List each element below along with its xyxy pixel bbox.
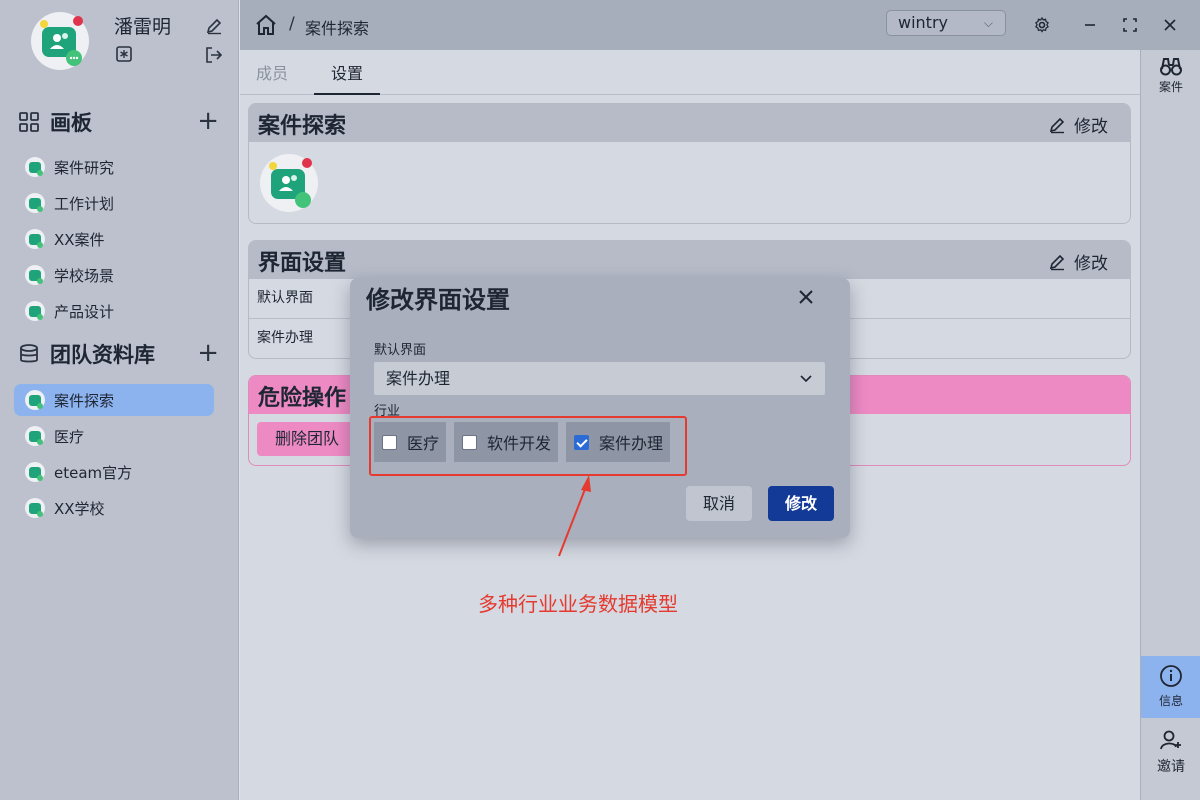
sidebar-item-label: eteam官方 bbox=[54, 463, 133, 482]
breadcrumb[interactable]: 案件探索 bbox=[305, 15, 369, 39]
tab-bar: 成员 设置 bbox=[240, 50, 1140, 95]
team-card: 案件探索 修改 bbox=[248, 103, 1131, 224]
sidebar-item-board[interactable]: 产品设计 bbox=[14, 295, 214, 327]
team-avatar-icon bbox=[25, 301, 45, 321]
boards-title: 画板 bbox=[50, 111, 92, 135]
gear-icon[interactable] bbox=[1030, 13, 1054, 37]
close-icon[interactable] bbox=[1158, 13, 1182, 37]
rail-case-label: 案件 bbox=[1158, 80, 1183, 94]
sidebar-item-team[interactable]: eteam官方 bbox=[14, 456, 214, 488]
edit-icon bbox=[1049, 117, 1065, 133]
breadcrumb-separator: / bbox=[289, 14, 295, 34]
rail-info-label: 信息 bbox=[1158, 694, 1183, 708]
sidebar-item-label: 工作计划 bbox=[54, 194, 115, 213]
edit-label: 修改 bbox=[1074, 254, 1108, 274]
danger-title: 危险操作 bbox=[258, 386, 347, 411]
sidebar-item-label: 产品设计 bbox=[54, 302, 115, 321]
logout-icon[interactable] bbox=[203, 44, 225, 66]
sidebar-item-label: 学校场景 bbox=[54, 266, 115, 285]
team-avatar-icon bbox=[25, 157, 45, 177]
tab-settings[interactable]: 设置 bbox=[331, 60, 363, 84]
team-avatar-icon bbox=[25, 390, 45, 410]
team-avatar-icon bbox=[25, 462, 45, 482]
sidebar: 潘雷明 画板 + 案件研究 工作计划 XX案件 学校场景 产品设计 团队资料库 … bbox=[0, 0, 239, 800]
add-team-button[interactable]: + bbox=[197, 339, 219, 367]
team-avatar-icon bbox=[25, 426, 45, 446]
rail-invite-label: 邀请 bbox=[1157, 759, 1185, 775]
team-avatar-icon bbox=[25, 193, 45, 213]
team-avatar-icon[interactable] bbox=[30, 11, 90, 71]
sidebar-item-board[interactable]: 案件研究 bbox=[14, 151, 214, 183]
sidebar-item-board[interactable]: XX案件 bbox=[14, 223, 214, 255]
delete-team-button[interactable]: 删除团队 bbox=[257, 422, 357, 456]
default-view-select[interactable]: 案件办理 bbox=[374, 362, 825, 395]
ui-settings-header: 界面设置 修改 bbox=[249, 241, 1130, 279]
status-icon[interactable] bbox=[114, 44, 134, 64]
home-icon[interactable] bbox=[254, 13, 278, 37]
tab-members[interactable]: 成员 bbox=[256, 60, 288, 84]
edit-label: 修改 bbox=[1074, 117, 1108, 137]
sidebar-item-label: XX学校 bbox=[54, 499, 105, 518]
right-rail: 案件 信息 邀请 bbox=[1140, 50, 1200, 800]
close-icon[interactable] bbox=[795, 286, 817, 308]
workspace-value: wintry bbox=[898, 13, 948, 32]
maximize-icon[interactable] bbox=[1118, 13, 1142, 37]
grid-icon bbox=[19, 112, 39, 132]
edit-ui-settings-button[interactable]: 修改 bbox=[1048, 249, 1108, 274]
sidebar-item-label: 医疗 bbox=[54, 427, 85, 446]
minimize-icon[interactable] bbox=[1078, 13, 1102, 37]
sidebar-item-team[interactable]: 医疗 bbox=[14, 420, 214, 452]
submit-button[interactable]: 修改 bbox=[768, 486, 834, 521]
boards-section-header: 画板 + bbox=[18, 107, 223, 137]
team-card-title: 案件探索 bbox=[258, 114, 347, 139]
sidebar-item-label: 案件探索 bbox=[54, 391, 115, 410]
add-board-button[interactable]: + bbox=[197, 107, 219, 135]
default-view-label: 默认界面 bbox=[374, 343, 427, 358]
library-title: 团队资料库 bbox=[50, 343, 155, 367]
workspace-select[interactable]: wintry ⌵ bbox=[886, 10, 1006, 36]
annotation-text: 多种行业业务数据模型 bbox=[478, 592, 678, 616]
sidebar-item-board[interactable]: 工作计划 bbox=[14, 187, 214, 219]
team-avatar-icon bbox=[25, 265, 45, 285]
chevron-down-icon bbox=[800, 375, 812, 383]
sidebar-item-team-active[interactable]: 案件探索 bbox=[14, 384, 214, 416]
info-icon bbox=[1160, 665, 1182, 687]
chevron-down-icon: ⌵ bbox=[983, 16, 993, 30]
default-view-value: 案件办理 bbox=[386, 369, 451, 388]
edit-ui-settings-dialog: 修改界面设置 默认界面 案件办理 行业 医疗 软件开发 案件办理 取消 修改 bbox=[350, 278, 850, 538]
rail-invite-button[interactable]: 邀请 bbox=[1141, 728, 1200, 782]
edit-profile-icon[interactable] bbox=[203, 15, 225, 37]
tab-active-indicator bbox=[314, 93, 380, 95]
rail-info-button[interactable]: 信息 bbox=[1141, 656, 1200, 718]
add-user-icon bbox=[1160, 730, 1181, 750]
team-card-header: 案件探索 修改 bbox=[249, 104, 1130, 142]
annotation-arrow-icon bbox=[558, 475, 591, 557]
team-avatar-icon bbox=[25, 498, 45, 518]
ui-settings-title: 界面设置 bbox=[258, 251, 347, 276]
binoculars-icon bbox=[1160, 58, 1182, 76]
edit-icon bbox=[1049, 254, 1065, 270]
sidebar-item-team[interactable]: XX学校 bbox=[14, 492, 214, 524]
sidebar-item-board[interactable]: 学校场景 bbox=[14, 259, 214, 291]
top-bar: / 案件探索 wintry ⌵ bbox=[240, 0, 1200, 50]
team-avatar-icon bbox=[260, 154, 318, 212]
user-name: 潘雷明 bbox=[114, 16, 172, 38]
sidebar-item-label: XX案件 bbox=[54, 230, 105, 249]
rail-case-button[interactable]: 案件 bbox=[1141, 56, 1200, 106]
annotation-highlight-box bbox=[369, 416, 687, 476]
library-section-header: 团队资料库 + bbox=[18, 339, 223, 369]
edit-team-button[interactable]: 修改 bbox=[1048, 112, 1108, 137]
dialog-title: 修改界面设置 bbox=[366, 286, 510, 314]
database-icon bbox=[20, 344, 38, 363]
cancel-button[interactable]: 取消 bbox=[686, 486, 752, 521]
sidebar-item-label: 案件研究 bbox=[54, 158, 115, 177]
team-avatar-icon bbox=[25, 229, 45, 249]
